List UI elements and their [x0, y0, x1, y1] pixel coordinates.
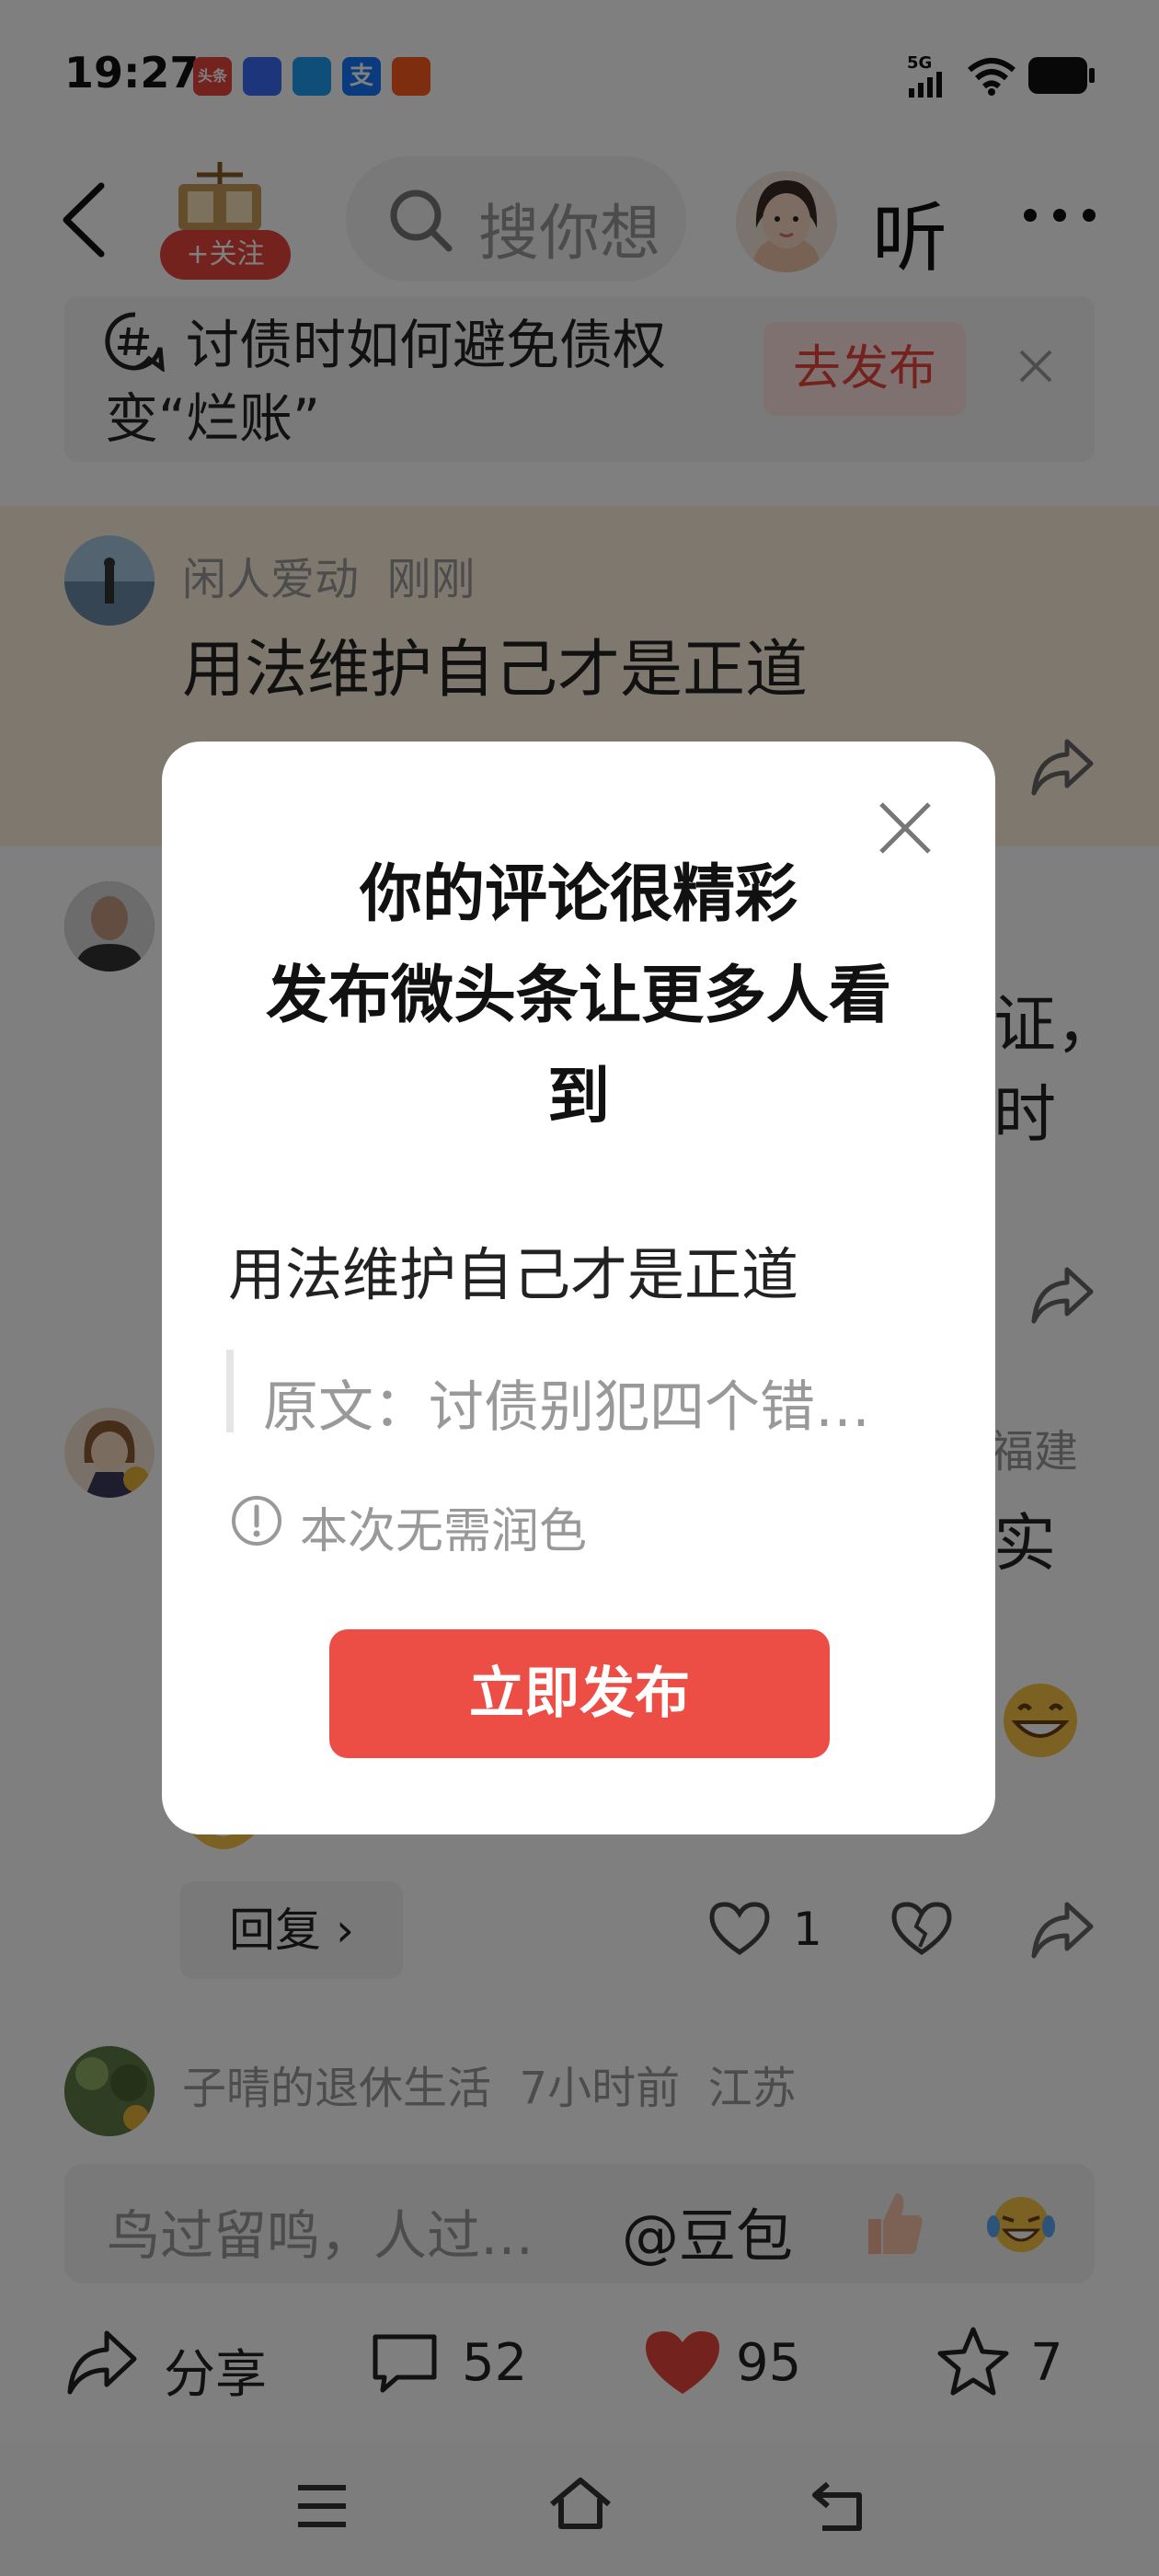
info-icon	[230, 1494, 283, 1547]
modal-title: 你的评论很精彩 发布微头条让更多人看 到	[162, 845, 995, 1148]
modal-comment-text: 用法维护自己才是正道	[228, 1241, 799, 1308]
quote-bar	[226, 1350, 234, 1432]
quote-text: 原文：讨债别犯四个错…	[263, 1375, 870, 1440]
notice-text: 本次无需润色	[300, 1504, 588, 1559]
modal-title-line: 发布微头条让更多人看	[265, 960, 891, 1032]
modal-title-line: 到	[546, 1061, 610, 1133]
publish-now-button[interactable]: 立即发布	[329, 1629, 830, 1758]
modal-title-line: 你的评论很精彩	[359, 858, 798, 931]
